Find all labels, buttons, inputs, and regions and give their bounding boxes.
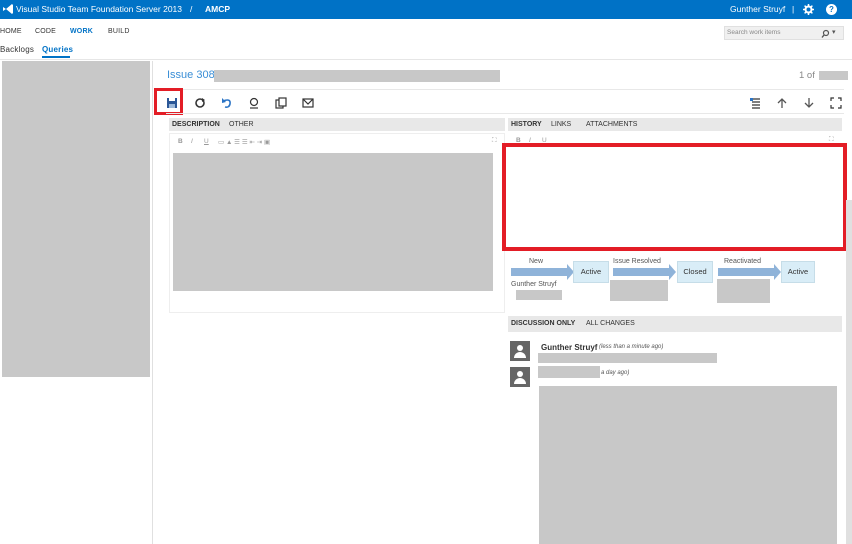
italic-button[interactable]: I — [191, 138, 193, 145]
tab-discussion-only[interactable]: DISCUSSION ONLY — [511, 320, 575, 327]
tab-links[interactable]: LINKS — [551, 121, 571, 128]
undo-icon[interactable] — [221, 97, 233, 109]
down-icon[interactable] — [803, 97, 815, 109]
up-icon[interactable] — [776, 97, 788, 109]
nav-backlogs[interactable]: Backlogs — [0, 45, 34, 54]
tab-history[interactable]: HISTORY — [511, 121, 542, 128]
nav-work[interactable]: WORK — [70, 28, 93, 35]
user-name[interactable]: Gunther Struyf — [730, 4, 785, 14]
state-active-2: Active — [781, 261, 815, 283]
date-redacted-3 — [717, 279, 770, 303]
tab-all-changes[interactable]: ALL CHANGES — [586, 320, 635, 327]
copy-icon[interactable] — [275, 97, 287, 109]
flow-arrow-3 — [718, 264, 781, 280]
links-icon[interactable] — [750, 97, 762, 109]
save-icon[interactable] — [166, 97, 178, 109]
comment2-redacted — [539, 386, 837, 544]
comment-time: (less than a minute ago) — [599, 344, 664, 350]
pager-redacted — [819, 71, 848, 80]
visual-studio-logo-icon — [3, 4, 13, 14]
email-icon[interactable] — [302, 97, 314, 109]
work-item-title: Issue 3088 — [167, 69, 221, 81]
query-results-panel — [2, 61, 150, 377]
comment2-author-redacted — [538, 366, 600, 378]
refresh-icon[interactable] — [194, 97, 206, 109]
avatar-2 — [510, 367, 530, 387]
nav-build[interactable]: BUILD — [108, 28, 130, 35]
pager-text: 1 of — [799, 70, 815, 81]
nav-divider — [0, 59, 852, 60]
search-icon[interactable] — [821, 29, 830, 38]
maximize-editor-icon[interactable]: ⛶ — [492, 137, 497, 145]
flow-arrow-2 — [613, 264, 676, 280]
state-closed: Closed — [677, 261, 713, 283]
toolbar-top-line — [166, 89, 844, 90]
date-redacted-2 — [610, 280, 668, 301]
link-icon[interactable] — [248, 97, 260, 109]
product-title: Visual Studio Team Foundation Server 201… — [16, 4, 183, 14]
search-box[interactable]: Search work items ▾ — [724, 26, 844, 40]
nav-code[interactable]: CODE — [35, 28, 56, 35]
history-comment-box[interactable] — [502, 143, 847, 251]
flow-arrow-1 — [511, 264, 574, 280]
help-icon[interactable]: ? — [826, 4, 837, 15]
scrollbar[interactable] — [846, 200, 852, 544]
state-active-1: Active — [573, 261, 609, 283]
format-tools-icons[interactable]: ▭ ▲ ☰ ☰ ⇤ ⇥ ▣ — [218, 138, 270, 146]
transition-new: New — [529, 258, 544, 265]
avatar — [510, 341, 530, 361]
title-separator: / — [190, 4, 193, 14]
project-name[interactable]: AMCP — [205, 4, 230, 14]
date-redacted-1 — [516, 290, 562, 300]
comment-author: Gunther Struyf — [541, 343, 598, 352]
description-redacted — [173, 153, 493, 291]
description-editor[interactable]: B I U ▭ ▲ ☰ ☰ ⇤ ⇥ ▣ ⛶ — [169, 133, 505, 313]
title-redacted — [214, 70, 500, 82]
splitter[interactable] — [152, 61, 153, 544]
gear-icon[interactable] — [803, 4, 814, 15]
tab-attachments[interactable]: ATTACHMENTS — [586, 121, 637, 128]
comment-redacted — [538, 353, 717, 363]
search-input[interactable]: Search work items — [727, 29, 780, 36]
top-bar: Visual Studio Team Foundation Server 201… — [0, 0, 852, 19]
toolbar-bottom-line — [166, 113, 844, 114]
nav-queries[interactable]: Queries — [42, 45, 73, 54]
search-dropdown-icon[interactable]: ▾ — [832, 28, 836, 36]
transition-reactivated: Reactivated — [724, 258, 761, 265]
nav-home[interactable]: HOME — [0, 28, 22, 35]
underline-button[interactable]: U — [204, 138, 209, 145]
transition-author: Gunther Struyf — [511, 281, 557, 288]
user-divider: | — [792, 4, 795, 14]
fullscreen-icon[interactable] — [830, 97, 842, 109]
bold-button[interactable]: B — [178, 138, 183, 145]
tab-description[interactable]: DESCRIPTION — [172, 121, 220, 128]
active-underline — [42, 56, 70, 58]
comment2-time: a day ago) — [601, 370, 630, 376]
transition-issue-resolved: Issue Resolved — [613, 258, 661, 265]
tab-other[interactable]: OTHER — [229, 121, 254, 128]
